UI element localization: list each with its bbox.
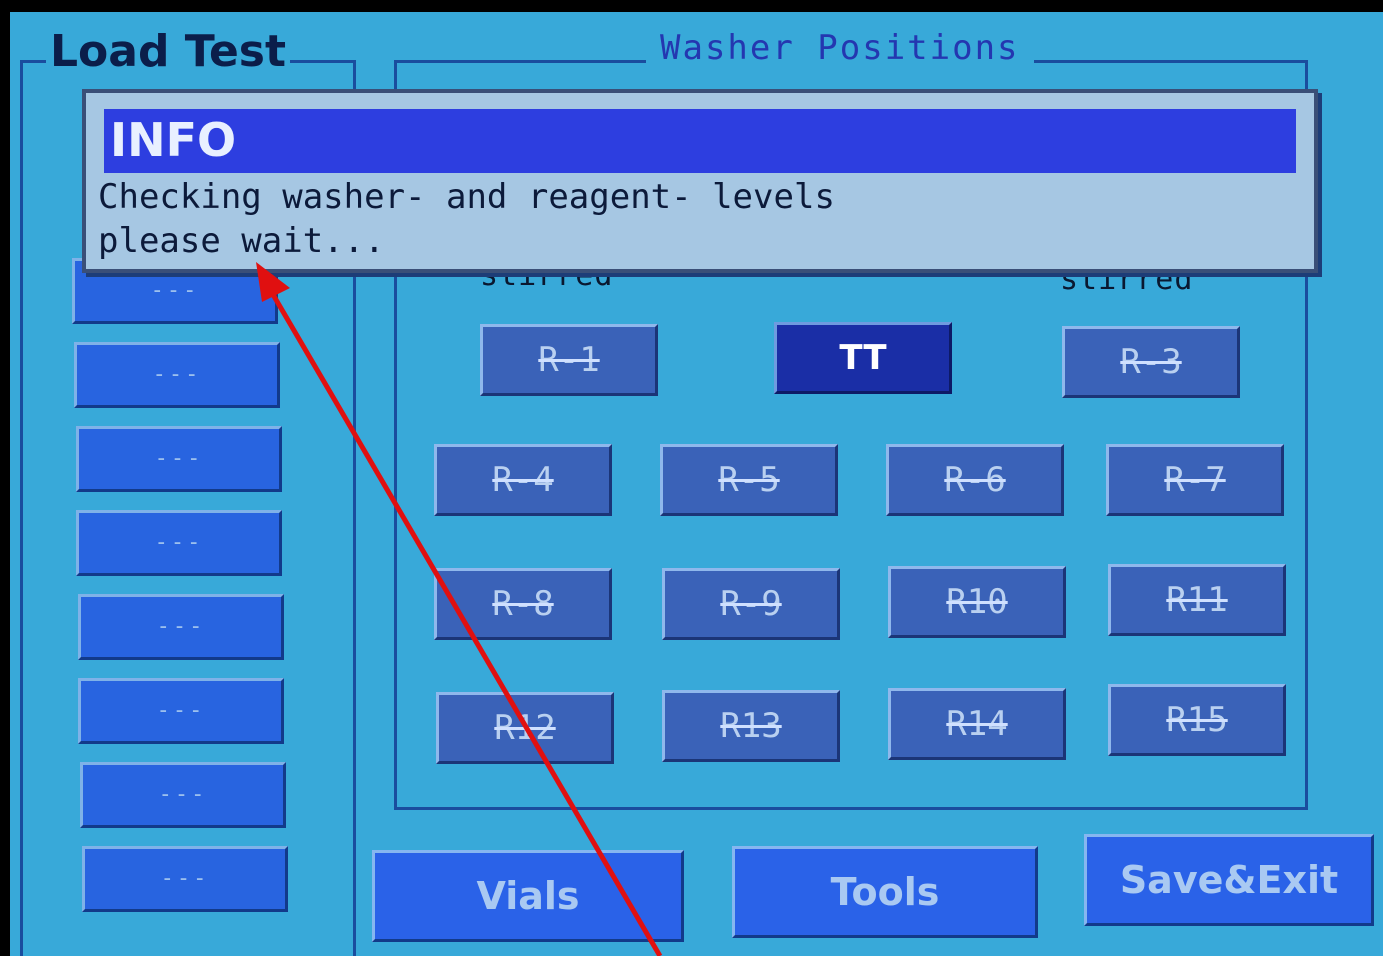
annotation-arrow-icon: [256, 262, 663, 956]
